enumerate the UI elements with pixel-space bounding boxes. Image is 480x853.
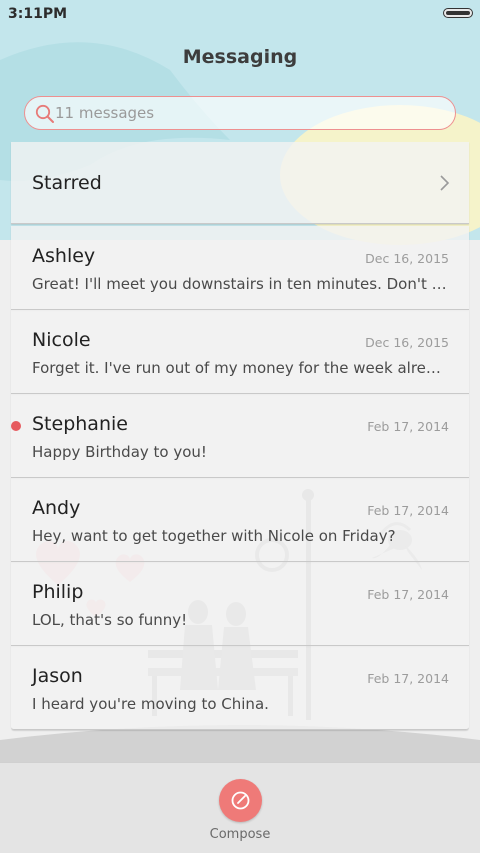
message-preview: Forget it. I've run out of my money for …	[32, 359, 450, 377]
message-date: Feb 17, 2014	[367, 419, 449, 434]
conversation-item-andy[interactable]: Andy Feb 17, 2014 Hey, want to get toget…	[11, 478, 469, 562]
status-time: 3:11PM	[8, 6, 68, 22]
search-bar[interactable]	[24, 96, 456, 130]
contact-name: Jason	[32, 665, 83, 687]
search-input[interactable]	[55, 97, 435, 128]
message-preview: I heard you're moving to China.	[32, 695, 269, 713]
conversation-item-ashley[interactable]: Ashley Dec 16, 2015 Great! I'll meet you…	[11, 226, 469, 310]
compose-icon	[231, 791, 250, 810]
chevron-right-icon	[440, 175, 450, 191]
message-preview: Hey, want to get together with Nicole on…	[32, 527, 396, 545]
contact-name: Andy	[32, 497, 81, 519]
message-preview: Great! I'll meet you downstairs in ten m…	[32, 275, 450, 293]
compose-button[interactable]	[219, 779, 262, 822]
contact-name: Philip	[32, 581, 84, 603]
message-preview: Happy Birthday to you!	[32, 443, 207, 461]
conversation-item-nicole[interactable]: Nicole Dec 16, 2015 Forget it. I've run …	[11, 310, 469, 394]
message-date: Feb 17, 2014	[367, 587, 449, 602]
battery-icon	[443, 8, 473, 18]
status-bar: 3:11PM	[0, 0, 480, 28]
unread-indicator	[11, 421, 21, 431]
conversation-item-philip[interactable]: Philip Feb 17, 2014 LOL, that's so funny…	[11, 562, 469, 646]
contact-name: Nicole	[32, 329, 91, 351]
message-date: Dec 16, 2015	[365, 335, 449, 350]
message-date: Dec 16, 2015	[365, 251, 449, 266]
starred-label: Starred	[32, 172, 102, 194]
starred-folder[interactable]: Starred	[11, 142, 469, 224]
message-date: Feb 17, 2014	[367, 671, 449, 686]
contact-name: Ashley	[32, 245, 96, 267]
page-title: Messaging	[182, 46, 298, 68]
conversation-list: Starred Ashley Dec 16, 2015 Great! I'll …	[11, 142, 469, 730]
search-icon	[35, 104, 54, 123]
conversation-item-stephanie[interactable]: Stephanie Feb 17, 2014 Happy Birthday to…	[11, 394, 469, 478]
message-date: Feb 17, 2014	[367, 503, 449, 518]
bottom-bar: Compose	[0, 762, 480, 853]
compose-label: Compose	[209, 827, 271, 842]
battery-level	[445, 10, 470, 15]
conversation-item-jason[interactable]: Jason Feb 17, 2014 I heard you're moving…	[11, 646, 469, 730]
message-preview: LOL, that's so funny!	[32, 611, 188, 629]
contact-name: Stephanie	[32, 413, 128, 435]
